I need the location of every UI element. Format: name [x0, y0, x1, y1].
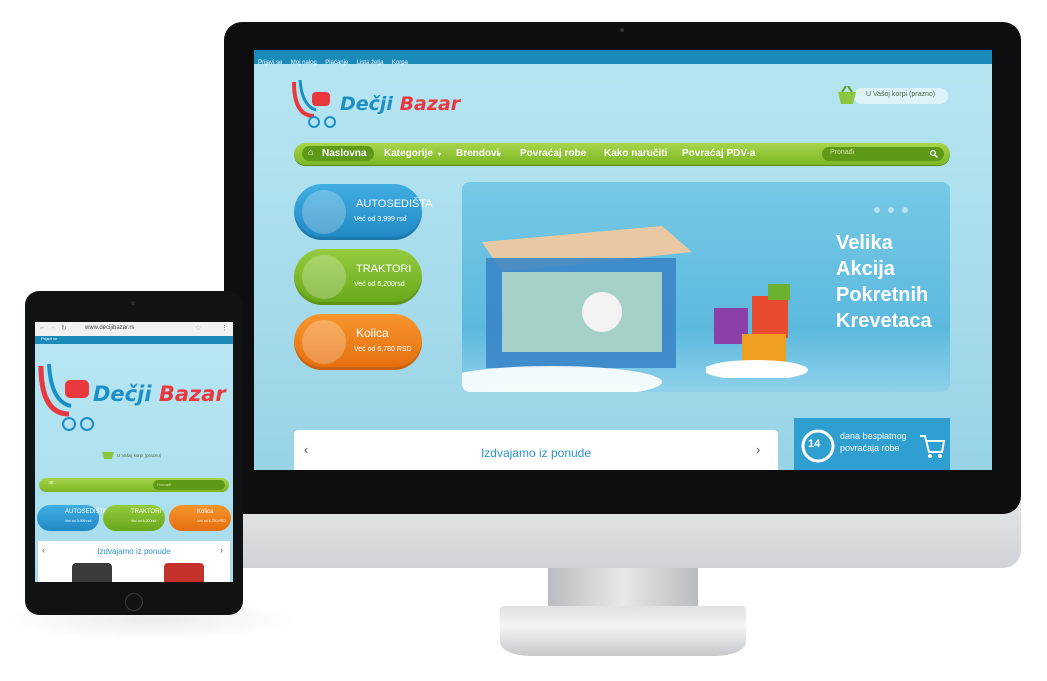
shopping-cart-icon [920, 435, 946, 458]
return-line-1: dana besplatnog [840, 431, 907, 441]
stroller-logo-icon [292, 79, 336, 128]
search-icon[interactable] [930, 150, 938, 158]
free-returns-banner[interactable]: 14 dana besplatnog povraćaja robe [794, 418, 950, 470]
nav-item-categories[interactable]: Kategorije [384, 148, 433, 159]
promo-car-seats[interactable]: AUTOSEDIŠTA Već od 3.999 rsd [37, 505, 107, 531]
stroller-logo-icon [38, 363, 94, 431]
cart-link[interactable]: Korpa [392, 60, 408, 66]
return-line-2: povraćaja robe [840, 443, 900, 453]
search-placeholder: Pronađi [157, 482, 171, 487]
return-days-number: 14 [808, 438, 821, 450]
home-icon: ⌂ [308, 147, 314, 157]
browser-url-bar: ← → ↻ www.decijibazar.rs ☆ ⋮ [35, 322, 233, 337]
search-input[interactable]: Pronađi [822, 147, 944, 161]
payment-link[interactable]: Plaćanje [325, 60, 348, 66]
top-links-bar: Prijavi se Moj nalog Plaćanje Lista želj… [254, 50, 992, 66]
imac-stand-base [500, 606, 746, 656]
back-icon[interactable]: ← [39, 324, 46, 331]
promo-subtitle: Već od 3.999 rsd [354, 216, 407, 223]
featured-section: ‹ Izdvajamo iz ponude › [294, 430, 778, 470]
menu-dots-icon[interactable]: ⋮ [221, 324, 228, 332]
reload-icon[interactable]: ↻ [61, 324, 67, 332]
slide-headline-line: Velika [836, 232, 893, 254]
car-seat-image [302, 190, 346, 234]
logo-word-2: Bazar [158, 382, 226, 406]
top-links-bar: Prijavi se [35, 336, 233, 344]
cart-label: U Vašoj korpi (prazno) [866, 91, 936, 98]
search-input[interactable]: Pronađi [153, 480, 225, 490]
ipad-home-button[interactable] [125, 593, 143, 611]
chevron-right-icon[interactable]: › [756, 442, 760, 457]
promo-title: Kolica [356, 326, 389, 340]
hamburger-menu-icon[interactable]: ≡ [49, 480, 53, 487]
logo-word-2: Bazar [399, 93, 461, 115]
product-image[interactable] [164, 563, 204, 582]
wishlist-link[interactable]: Lista želja [357, 60, 384, 66]
desktop-website: Prijavi se Moj nalog Plaćanje Lista želj… [254, 50, 992, 470]
login-link[interactable]: Prijavi se [41, 336, 57, 341]
site-logo[interactable]: Dečji Bazar [290, 76, 460, 137]
tractor-image [302, 255, 346, 299]
basket-icon [102, 452, 114, 459]
account-link[interactable]: Moj nalog [291, 60, 317, 66]
return-banner-text: dana besplatnog povraćaja robe [840, 430, 907, 454]
slider-dot[interactable] [874, 207, 880, 213]
promo-title: TRAKTORI [356, 263, 412, 275]
product-image[interactable] [72, 563, 112, 582]
slide-headline-line: Krevetaca [836, 310, 932, 332]
cart-label[interactable]: U Vašoj korpi (prazno) [117, 453, 161, 458]
stroller-image [302, 320, 346, 364]
login-link[interactable]: Prijavi se [258, 60, 282, 66]
featured-section: ‹ Izdvajamo iz ponude › [38, 541, 230, 582]
gift-boxes-image [706, 284, 808, 378]
categories-dropdown-icon: ▾ [438, 152, 442, 158]
bookmark-star-icon[interactable]: ☆ [195, 324, 201, 332]
promo-subtitle: Već od 6,200rsd [131, 519, 157, 523]
promo-title: AUTOSEDIŠTA [356, 198, 433, 210]
main-nav: ⌂ Naslovna Kategorije ▾ Brendovi ▾ Povra… [294, 143, 950, 165]
slide-headline-line: Akcija [836, 258, 895, 280]
promo-subtitle: Već od 6,200rsd [354, 281, 405, 288]
logo-word-1: Dečji [93, 382, 152, 406]
featured-title: Izdvajamo iz ponude [480, 446, 592, 460]
promo-tractors[interactable]: TRAKTORI Već od 6,200rsd [294, 249, 422, 305]
slider-dot[interactable] [888, 207, 894, 213]
promo-car-seats[interactable]: AUTOSEDIŠTA Već od 3.999 rsd [294, 184, 433, 240]
promo-subtitle: Već od 6,780 RSD [354, 346, 412, 353]
playpen-image [462, 226, 692, 392]
promo-tractors[interactable]: TRAKTORI Već od 6,200rsd [103, 505, 165, 531]
nav-item-how-to-order[interactable]: Kako naručiti [604, 148, 667, 159]
imac-camera [620, 28, 624, 32]
nav-item-brands[interactable]: Brendovi [456, 148, 499, 159]
basket-icon [838, 86, 856, 104]
featured-title: Izdvajamo iz ponude [97, 547, 171, 556]
forward-icon[interactable]: → [49, 324, 56, 331]
nav-item-returns[interactable]: Povraćaj robe [520, 148, 586, 159]
promo-title: AUTOSEDIŠTA [65, 509, 107, 515]
ipad-camera [131, 301, 135, 305]
hero-slider[interactable]: Velika Akcija Pokretnih Krevetaca [462, 182, 950, 392]
slider-dot[interactable] [902, 207, 908, 213]
promo-strollers[interactable]: Kolica Već od 6,780 RSD [294, 314, 422, 370]
promo-title: Kolica [197, 509, 214, 515]
promo-strollers[interactable]: Kolica Već od 6,780 RSD [169, 505, 231, 531]
nav-item-home[interactable]: Naslovna [322, 148, 366, 159]
promo-title: TRAKTORI [131, 509, 162, 515]
search-placeholder: Pronađi [830, 149, 855, 156]
nav-item-vat-refund[interactable]: Povraćaj PDV-a [682, 148, 755, 159]
logo-word-1: Dečji [340, 93, 393, 115]
brands-dropdown-icon: ▾ [498, 152, 502, 158]
slide-headline-line: Pokretnih [836, 284, 929, 306]
promo-subtitle: Već od 6,780 RSD [197, 519, 226, 523]
tablet-website: ← → ↻ www.decijibazar.rs ☆ ⋮ Prijavi se … [35, 322, 233, 582]
chevron-right-icon[interactable]: › [220, 545, 223, 555]
browser-url[interactable]: www.decijibazar.rs [85, 325, 134, 331]
promo-subtitle: Već od 3.999 rsd [65, 519, 92, 523]
site-logo[interactable]: Dečji Bazar [93, 382, 226, 406]
